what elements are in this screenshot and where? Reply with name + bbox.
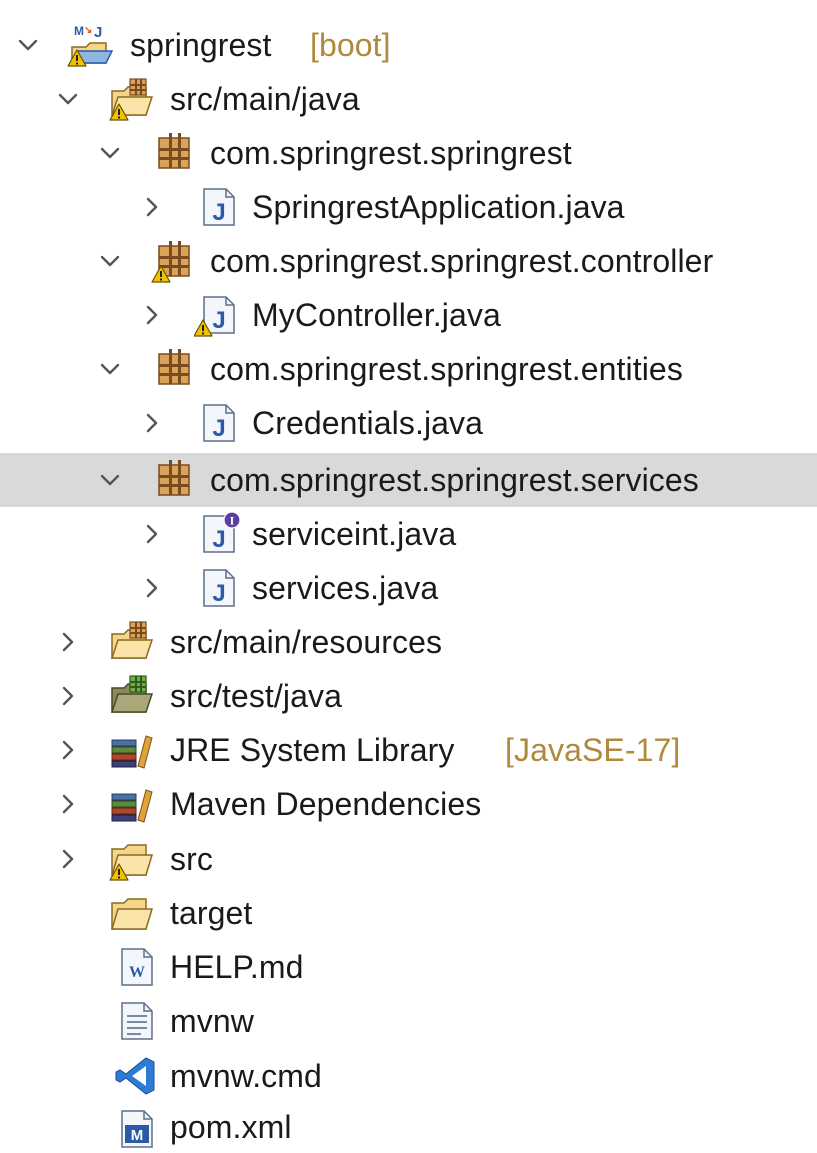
chevron-right-icon[interactable] [140,522,164,546]
package-icon [158,459,190,496]
package-main-label: com.springrest.springrest [210,135,572,171]
maven-dependencies-label: Maven Dependencies [170,786,482,822]
chevron-down-icon[interactable] [98,249,122,273]
java-class-file-icon [203,569,235,608]
credentials-label: Credentials.java [252,405,484,441]
folder-icon [109,844,153,881]
java-class-file-icon [203,404,235,443]
java-class-file-icon [203,188,235,227]
tree-row-springrest-application[interactable]: SpringrestApplication.java [0,180,817,234]
springrest-application-label: SpringrestApplication.java [252,189,625,225]
jre-decoration-label: [JavaSE-17] [505,732,681,768]
jre-library-label: JRE System Library [170,732,455,768]
package-controller-label: com.springrest.springrest.controller [210,243,714,279]
folder-icon [111,898,153,930]
mvnw-label: mvnw [170,1003,254,1039]
package-icon [158,132,190,169]
package-services-label: com.springrest.springrest.services [210,462,699,498]
project-name-label: springrest [130,27,272,63]
java-interface-file-icon: I [203,511,241,554]
chevron-down-icon[interactable] [16,33,40,57]
package-icon [158,348,190,385]
tree-row-pom-xml[interactable]: M pom.xml [0,1103,817,1152]
chevron-down-icon[interactable] [56,87,80,111]
package-icon [151,240,190,283]
src-main-java-label: src/main/java [170,81,360,117]
project-decoration-label: [boot] [310,27,391,63]
tree-row-target[interactable]: target [0,886,817,940]
mycontroller-label: MyController.java [252,297,501,333]
library-icon [111,735,153,769]
services-file-label: services.java [252,570,439,606]
tree-row-src-main-resources[interactable]: src/main/resources [0,615,817,669]
svg-text:↘: ↘ [84,25,92,36]
tree-row-package-services[interactable]: com.springrest.springrest.services [0,453,817,507]
tree-row-src[interactable]: src [0,832,817,886]
maven-pom-file-icon: M [121,1110,153,1148]
tree-row-jre-library[interactable]: JRE System Library [JavaSE-17] [0,723,817,777]
tree-row-mvnw[interactable]: mvnw [0,994,817,1048]
project-explorer-tree: M ↘ J springrest [boot] src/main/java co… [0,0,817,1152]
chevron-right-icon[interactable] [140,195,164,219]
chevron-right-icon[interactable] [56,630,80,654]
tree-row-help-md[interactable]: W HELP.md [0,940,817,994]
tree-row-src-test-java[interactable]: src/test/java [0,669,817,723]
chevron-right-icon[interactable] [140,576,164,600]
src-main-resources-label: src/main/resources [170,624,443,660]
chevron-right-icon[interactable] [56,792,80,816]
chevron-right-icon[interactable] [56,847,80,871]
maven-java-project-icon: M ↘ J [67,24,114,67]
test-source-folder-icon [110,675,154,713]
src-folder-label: src [170,841,213,877]
svg-text:M: M [131,1127,144,1144]
source-folder-icon [109,78,153,121]
src-test-java-label: src/test/java [170,678,343,714]
tree-row-maven-dependencies[interactable]: Maven Dependencies [0,777,817,831]
java-class-file-icon [194,296,235,337]
package-entities-label: com.springrest.springrest.entities [210,351,683,387]
svg-text:I: I [230,514,235,528]
chevron-down-icon[interactable] [98,357,122,381]
tree-row-package-entities[interactable]: com.springrest.springrest.entities [0,342,817,396]
chevron-right-icon[interactable] [56,738,80,762]
pom-xml-label: pom.xml [170,1109,292,1145]
chevron-right-icon[interactable] [140,303,164,327]
svg-text:J: J [94,24,102,41]
chevron-right-icon[interactable] [56,684,80,708]
mvnw-cmd-label: mvnw.cmd [170,1058,322,1094]
markdown-file-icon: W [121,948,153,986]
tree-row-services-file[interactable]: services.java [0,561,817,615]
tree-row-project[interactable]: M ↘ J springrest [boot] [0,18,817,72]
chevron-right-icon[interactable] [140,411,164,435]
tree-row-package-main[interactable]: com.springrest.springrest [0,126,817,180]
tree-row-mvnw-cmd[interactable]: mvnw.cmd [0,1049,817,1103]
tree-row-package-controller[interactable]: com.springrest.springrest.controller [0,234,817,288]
serviceint-label: serviceint.java [252,516,457,552]
svg-text:M: M [74,24,84,38]
vscode-cmd-file-icon [115,1057,155,1095]
tree-row-serviceint[interactable]: I serviceint.java [0,507,817,561]
tree-row-mycontroller[interactable]: MyController.java [0,288,817,342]
tree-row-credentials[interactable]: Credentials.java [0,396,817,450]
target-folder-label: target [170,895,253,931]
svg-text:W: W [129,964,145,981]
text-file-icon [121,1002,153,1040]
chevron-down-icon[interactable] [98,141,122,165]
tree-row-src-main-java[interactable]: src/main/java [0,72,817,126]
chevron-down-icon[interactable] [98,468,122,492]
source-folder-icon [111,621,153,659]
library-icon [111,789,153,823]
help-md-label: HELP.md [170,949,304,985]
